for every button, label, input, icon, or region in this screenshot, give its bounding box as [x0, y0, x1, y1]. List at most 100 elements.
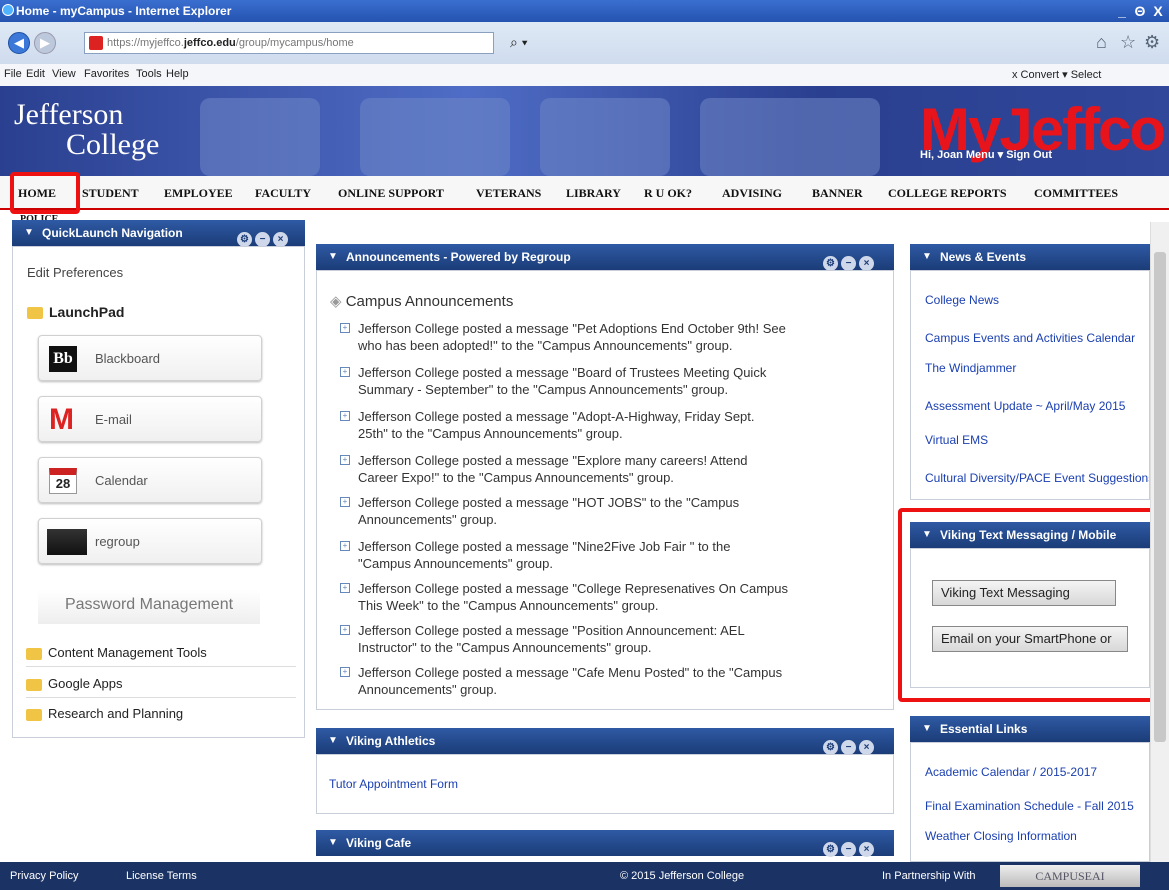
- announcement-item[interactable]: + Jefferson College posted a message "Caf…: [340, 664, 888, 698]
- minimize-icon[interactable]: −: [841, 256, 856, 271]
- nav-veterans[interactable]: VETERANS: [476, 186, 541, 201]
- news-link[interactable]: Campus Events and Activities Calendar: [925, 331, 1135, 345]
- convert-toolbar[interactable]: x Convert ▾ Select: [1012, 68, 1101, 81]
- launch-calendar[interactable]: 28 Calendar: [38, 457, 262, 503]
- config-icon[interactable]: ⚙: [823, 842, 838, 857]
- collapse-icon[interactable]: ▼: [922, 244, 932, 270]
- collapse-icon[interactable]: ▼: [328, 830, 338, 856]
- config-icon[interactable]: ⚙: [237, 232, 252, 247]
- launchpad-heading[interactable]: LaunchPad: [27, 304, 124, 320]
- close-icon[interactable]: ×: [859, 740, 874, 755]
- news-link[interactable]: The Windjammer: [925, 361, 1016, 375]
- home-icon[interactable]: ⌂: [1096, 32, 1107, 53]
- page-scrollbar[interactable]: [1150, 222, 1169, 862]
- close-icon[interactable]: ×: [859, 256, 874, 271]
- news-link[interactable]: Assessment Update ~ April/May 2015: [925, 399, 1125, 413]
- url-field[interactable]: https://myjeffco.jeffco.edu/group/mycamp…: [84, 32, 494, 54]
- bullet-icon: +: [340, 625, 350, 635]
- essential-link[interactable]: Academic Calendar / 2015-2017: [925, 765, 1097, 779]
- folder-label: Google Apps: [48, 676, 123, 691]
- minimize-icon[interactable]: −: [841, 842, 856, 857]
- bullet-icon: +: [340, 583, 350, 593]
- jefferson-college-logo[interactable]: Jefferson College: [14, 100, 159, 160]
- announcement-item[interactable]: + Jefferson College posted a message "Ado…: [340, 408, 888, 442]
- nav-student[interactable]: STUDENT: [82, 186, 139, 201]
- close-icon[interactable]: ×: [273, 232, 288, 247]
- campuseai-logo[interactable]: CAMPUSEAI: [1000, 865, 1140, 887]
- banner-photo: [200, 98, 320, 176]
- config-icon[interactable]: ⚙: [823, 740, 838, 755]
- launchpad-label: LaunchPad: [49, 304, 125, 320]
- announcement-line: Jefferson College posted a message "Expl…: [358, 453, 748, 468]
- minimize-button[interactable]: _: [1114, 3, 1130, 19]
- nav-ruok[interactable]: R U OK?: [644, 186, 692, 201]
- announcement-item[interactable]: + Jefferson College posted a message "Exp…: [340, 452, 888, 486]
- partner-text: In Partnership With: [882, 870, 976, 882]
- announcement-item[interactable]: + Jefferson College posted a message "Nin…: [340, 538, 888, 572]
- folder-google-apps[interactable]: Google Apps: [26, 676, 296, 698]
- menu-favorites[interactable]: Favorites: [84, 68, 129, 80]
- launch-blackboard[interactable]: Bb Blackboard: [38, 335, 262, 381]
- privacy-policy-link[interactable]: Privacy Policy: [10, 870, 78, 882]
- config-icon[interactable]: ⚙: [823, 256, 838, 271]
- minimize-icon[interactable]: −: [841, 740, 856, 755]
- favorites-star-icon[interactable]: ☆: [1120, 32, 1136, 53]
- license-terms-link[interactable]: License Terms: [126, 870, 197, 882]
- news-link[interactable]: College News: [925, 293, 999, 307]
- edit-preferences-link[interactable]: Edit Preferences: [27, 265, 123, 280]
- search-icon[interactable]: ⌕ ▾: [510, 34, 528, 51]
- banner-photo: [700, 98, 880, 176]
- announcement-item[interactable]: + Jefferson College posted a message "HOT…: [340, 494, 888, 528]
- nav-committees[interactable]: COMMITTEES: [1034, 186, 1118, 201]
- announcement-line: Jefferson College posted a message "HOT …: [358, 495, 740, 510]
- folder-icon: [27, 307, 43, 320]
- launch-regroup[interactable]: regroup: [38, 518, 262, 564]
- menu-tools[interactable]: Tools: [136, 68, 162, 80]
- announcement-item[interactable]: + Jefferson College posted a message "Pet…: [340, 320, 888, 354]
- close-icon[interactable]: ×: [859, 842, 874, 857]
- menu-file[interactable]: File: [4, 68, 22, 80]
- announcement-item[interactable]: + Jefferson College posted a message "Boa…: [340, 364, 888, 398]
- highlight-box-home: [10, 172, 80, 214]
- calendar-icon: 28: [49, 468, 77, 494]
- announcement-item[interactable]: + Jefferson College posted a message "Pos…: [340, 622, 888, 656]
- nav-faculty[interactable]: FACULTY: [255, 186, 311, 201]
- campus-announcements-heading[interactable]: ◈ Campus Announcements: [330, 292, 513, 310]
- collapse-icon[interactable]: ▼: [24, 220, 34, 246]
- tutor-appointment-link[interactable]: Tutor Appointment Form: [329, 777, 458, 791]
- forward-icon[interactable]: ▶: [34, 32, 56, 54]
- menu-view[interactable]: View: [52, 68, 76, 80]
- scrollbar-thumb[interactable]: [1154, 252, 1166, 742]
- menu-edit[interactable]: Edit: [26, 68, 45, 80]
- gear-icon[interactable]: ⚙: [1144, 32, 1160, 53]
- news-link[interactable]: Virtual EMS: [925, 433, 988, 447]
- menu-help[interactable]: Help: [166, 68, 189, 80]
- collapse-icon[interactable]: ▼: [328, 728, 338, 754]
- folder-content-management[interactable]: Content Management Tools: [26, 645, 296, 667]
- announcement-item[interactable]: + Jefferson College posted a message "Col…: [340, 580, 888, 614]
- nav-employee[interactable]: EMPLOYEE: [164, 186, 233, 201]
- nav-banner[interactable]: BANNER: [812, 186, 863, 201]
- close-button[interactable]: X: [1150, 3, 1166, 19]
- news-link[interactable]: Cultural Diversity/PACE Event Suggestion…: [925, 471, 1149, 485]
- collapse-icon[interactable]: ▼: [922, 716, 932, 742]
- collapse-icon[interactable]: ▼: [328, 244, 338, 270]
- nav-online-support[interactable]: ONLINE SUPPORT: [338, 186, 444, 201]
- announcement-line: Summary - September" to the "Campus Anno…: [358, 382, 729, 397]
- nav-advising[interactable]: ADVISING: [722, 186, 782, 201]
- announcement-line: This Week" to the "Campus Announcements"…: [358, 598, 659, 613]
- password-management-button[interactable]: Password Management: [38, 590, 260, 624]
- minimize-icon[interactable]: −: [255, 232, 270, 247]
- back-icon[interactable]: ◀: [8, 32, 30, 54]
- essential-link[interactable]: Final Examination Schedule - Fall 2015: [925, 799, 1134, 813]
- athletics-body: Tutor Appointment Form: [316, 754, 894, 814]
- nav-college-reports[interactable]: COLLEGE REPORTS: [888, 186, 1007, 201]
- launch-email[interactable]: M E-mail: [38, 396, 262, 442]
- announcement-line: Jefferson College posted a message "Pet …: [358, 321, 786, 336]
- regroup-icon: [47, 529, 87, 555]
- maximize-button[interactable]: Θ: [1132, 3, 1148, 19]
- nav-library[interactable]: LIBRARY: [566, 186, 621, 201]
- essential-link[interactable]: Weather Closing Information: [925, 829, 1077, 843]
- user-menu[interactable]: Hi, Joan Menu ▾ Sign Out: [920, 148, 1052, 161]
- folder-research-planning[interactable]: Research and Planning: [26, 706, 296, 721]
